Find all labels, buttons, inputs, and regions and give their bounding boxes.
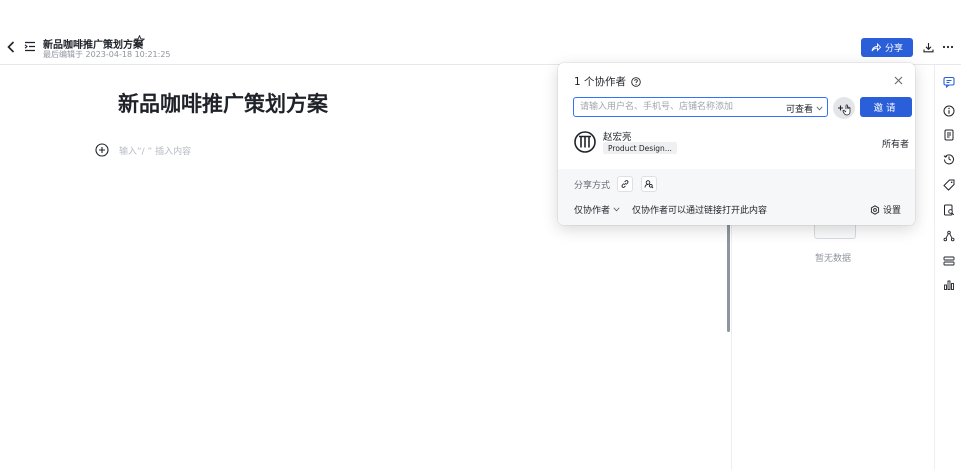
chevron-down-icon bbox=[816, 106, 823, 111]
invite-search-input[interactable] bbox=[580, 99, 770, 115]
mind-map-icon[interactable] bbox=[943, 230, 955, 242]
share-scope-description: 仅协作者可以通过链接打开此内容 bbox=[632, 206, 768, 216]
settings-label: 设置 bbox=[883, 206, 902, 216]
add-collaborator-button[interactable] bbox=[833, 97, 855, 119]
last-edited-meta: 最后编辑于 2023-04-18 10:21:25 bbox=[43, 50, 171, 59]
share-settings-button[interactable]: 设置 bbox=[870, 203, 901, 216]
invite-button[interactable]: 邀请 bbox=[860, 97, 912, 117]
collaborator-count-text: 1 个协作者 bbox=[574, 76, 627, 88]
template-icon[interactable] bbox=[943, 255, 955, 267]
star-icon[interactable] bbox=[134, 35, 145, 46]
comment-icon[interactable] bbox=[943, 76, 955, 88]
gear-icon bbox=[870, 204, 880, 215]
rail-divider bbox=[934, 65, 935, 470]
copy-link-button[interactable] bbox=[617, 176, 633, 192]
share-popover: 1 个协作者 可查看 邀请 赵宏亮 Product Design... 所有者 … bbox=[558, 63, 915, 225]
insert-content-hint[interactable]: 输入“/ ” 插入内容 bbox=[119, 144, 191, 157]
document-icon[interactable] bbox=[943, 129, 955, 141]
search-document-icon[interactable] bbox=[943, 204, 955, 216]
editor-scrollbar[interactable] bbox=[727, 220, 730, 332]
invite-search-field[interactable]: 可查看 bbox=[573, 97, 828, 117]
member-role: 所有者 bbox=[882, 140, 910, 150]
people-search-icon bbox=[644, 179, 654, 189]
more-options-icon[interactable] bbox=[941, 41, 955, 53]
share-button-label: 分享 bbox=[884, 44, 903, 54]
chevron-down-icon bbox=[613, 207, 620, 212]
share-mode-label: 分享方式 bbox=[574, 181, 611, 191]
add-block-icon[interactable] bbox=[95, 143, 109, 157]
info-icon[interactable] bbox=[943, 105, 955, 117]
download-icon[interactable] bbox=[922, 41, 934, 53]
page-heading[interactable]: 新品咖啡推广策划方案 bbox=[118, 88, 328, 118]
share-scope-dropdown[interactable]: 仅协作者 bbox=[574, 203, 620, 216]
help-icon[interactable] bbox=[631, 76, 641, 87]
member-name: 赵宏亮 bbox=[603, 132, 632, 143]
collaborator-count: 1 个协作者 bbox=[574, 74, 641, 89]
back-arrow-icon[interactable] bbox=[5, 40, 17, 54]
share-scope-value: 仅协作者 bbox=[574, 206, 611, 216]
share-button[interactable]: 分享 bbox=[861, 38, 913, 57]
link-icon bbox=[620, 179, 630, 189]
permission-value: 可查看 bbox=[786, 105, 814, 115]
tag-icon[interactable] bbox=[943, 179, 955, 191]
empty-state-text: 暂无数据 bbox=[815, 254, 852, 264]
close-icon[interactable] bbox=[892, 74, 904, 86]
history-icon[interactable] bbox=[943, 153, 955, 165]
member-department-tag: Product Design... bbox=[603, 142, 677, 154]
statistics-icon[interactable] bbox=[943, 279, 955, 291]
permission-dropdown[interactable]: 可查看 bbox=[786, 102, 823, 115]
share-to-chat-button[interactable] bbox=[641, 176, 657, 192]
avatar bbox=[574, 131, 596, 153]
share-settings-footer bbox=[558, 169, 915, 225]
share-icon bbox=[871, 43, 881, 52]
outline-toggle-icon[interactable] bbox=[24, 40, 36, 52]
